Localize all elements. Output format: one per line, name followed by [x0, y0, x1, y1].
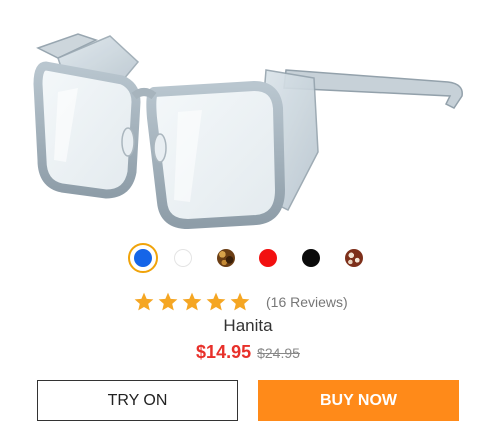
star-icon [182, 292, 202, 311]
color-swatches [0, 243, 496, 273]
buy-now-button[interactable]: BUY NOW [258, 380, 459, 421]
star-icon [158, 292, 178, 311]
try-on-button[interactable]: TRY ON [37, 380, 238, 421]
swatch-color [174, 249, 192, 267]
swatch-tortoise[interactable] [211, 243, 241, 273]
sale-price: $14.95 [196, 342, 252, 362]
original-price: $24.95 [257, 345, 300, 361]
product-name[interactable]: Hanita [0, 315, 496, 337]
swatch-brown-tortoise[interactable] [339, 243, 369, 273]
swatch-color [302, 249, 320, 267]
star-icon [134, 292, 154, 311]
swatch-red[interactable] [253, 243, 283, 273]
swatch-black[interactable] [296, 243, 326, 273]
swatch-color [217, 249, 235, 267]
product-image[interactable] [18, 22, 478, 232]
swatch-color [134, 249, 152, 267]
star-icon [206, 292, 226, 311]
swatch-color [345, 249, 363, 267]
reviews-link[interactable]: (16 Reviews) [266, 294, 348, 310]
product-card: (16 Reviews) Hanita $14.95 $24.95 TRY ON … [0, 0, 496, 442]
star-icon [230, 292, 250, 311]
price-row: $14.95 $24.95 [0, 340, 496, 366]
swatch-color [259, 249, 277, 267]
swatch-white[interactable] [168, 243, 198, 273]
swatch-blue[interactable] [128, 243, 158, 273]
rating-row: (16 Reviews) [0, 290, 496, 314]
